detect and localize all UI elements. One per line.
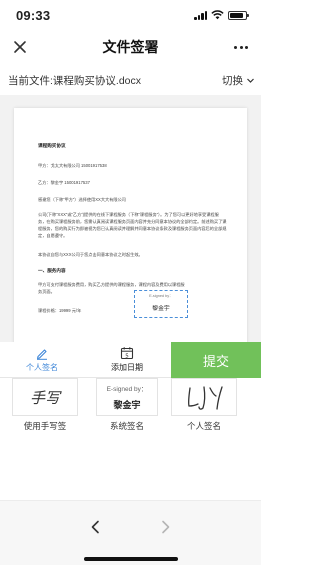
battery-icon: [228, 10, 249, 20]
system-signature-caption: 系统签名: [109, 421, 144, 431]
placed-signature[interactable]: E-signed by： 黎金宇: [134, 290, 188, 318]
current-file-bar: 当前文件:课程购买协议.docx 切换: [0, 66, 261, 94]
document-page: 课程购买协议 甲方：戈太大有限公司 15001917538 乙方：黎金宇 150…: [14, 108, 247, 342]
submit-button[interactable]: 提交: [171, 342, 261, 378]
placed-signature-label: E-signed by：: [149, 294, 173, 298]
status-icons: [194, 10, 249, 20]
document-paragraph-1: 公司(下称“XXX”或“乙方”)提供的在线下课程服务（下称“课程服务”）。为了您…: [38, 212, 227, 238]
page-title: 文件签署: [102, 39, 159, 55]
status-time: 09:33: [16, 7, 51, 23]
document-paragraph-2: 本协议自您与XXX公司于您点击同意本协议之时起生效。: [38, 252, 143, 257]
add-date-label: 添加日期: [111, 363, 143, 372]
document-preview[interactable]: 课程购买协议 甲方：戈太大有限公司 15001917538 乙方：黎金宇 150…: [0, 95, 261, 342]
nav-bar: 文件签署: [0, 30, 261, 64]
signing-toolbar: 个人签名 5 添加日期 提交: [0, 342, 261, 378]
back-arrow-icon[interactable]: [88, 519, 104, 535]
document-party-a: 甲方：戈太大有限公司 15001917538: [38, 163, 107, 168]
document-intro: 感谢您（下称“甲方”）选择使用XX大大有限公司: [38, 197, 126, 202]
personal-signature-tool[interactable]: 个人签名: [12, 346, 72, 373]
forward-arrow-icon[interactable]: [157, 519, 173, 535]
personal-signature-card[interactable]: [171, 378, 237, 416]
bottom-navigation: [0, 500, 261, 565]
system-signature-name: 黎金宇: [113, 400, 141, 410]
pen-icon: [37, 349, 47, 360]
switch-file-label: 切换: [222, 74, 243, 87]
document-section-heading: 一、服务内容: [38, 268, 66, 273]
signature-options: 手写 使用手写签 E-signed by： 黎金宇 系统签名 个人签名: [0, 378, 261, 498]
handwrite-preview: 手写: [30, 389, 62, 407]
personal-signature-label: 个人签名: [26, 363, 58, 372]
add-date-tool[interactable]: 5 添加日期: [97, 346, 157, 373]
more-options-icon[interactable]: [231, 37, 251, 57]
personal-signature-caption: 个人签名: [186, 421, 221, 431]
handwrite-caption: 使用手写签: [23, 421, 67, 431]
current-file-label: 当前文件:课程购买协议.docx: [8, 74, 142, 87]
calendar-icon: 5: [120, 347, 134, 359]
chevron-down-icon: [247, 78, 254, 83]
cellular-signal-icon: [194, 10, 207, 20]
calendar-day: 5: [125, 353, 129, 359]
handwrite-signature-card[interactable]: 手写: [12, 378, 78, 416]
document-fee: 课程价格：19999 元/年: [38, 308, 82, 313]
system-signature-card[interactable]: E-signed by： 黎金宇: [96, 378, 158, 416]
document-title: 课程购买协议: [38, 143, 66, 148]
system-signature-label: E-signed by：: [106, 386, 148, 393]
home-indicator: [84, 557, 178, 561]
personal-signature-drawing: [187, 386, 223, 410]
switch-file-button[interactable]: 切换: [222, 73, 255, 88]
wifi-icon: [211, 10, 224, 20]
status-bar: 09:33: [0, 0, 261, 30]
placed-signature-name: 黎金宇: [152, 306, 170, 312]
close-icon[interactable]: [10, 37, 30, 57]
document-party-b: 乙方：黎金宇 15001917537: [38, 180, 90, 185]
handwrite-preview-text: 手写: [30, 389, 62, 407]
